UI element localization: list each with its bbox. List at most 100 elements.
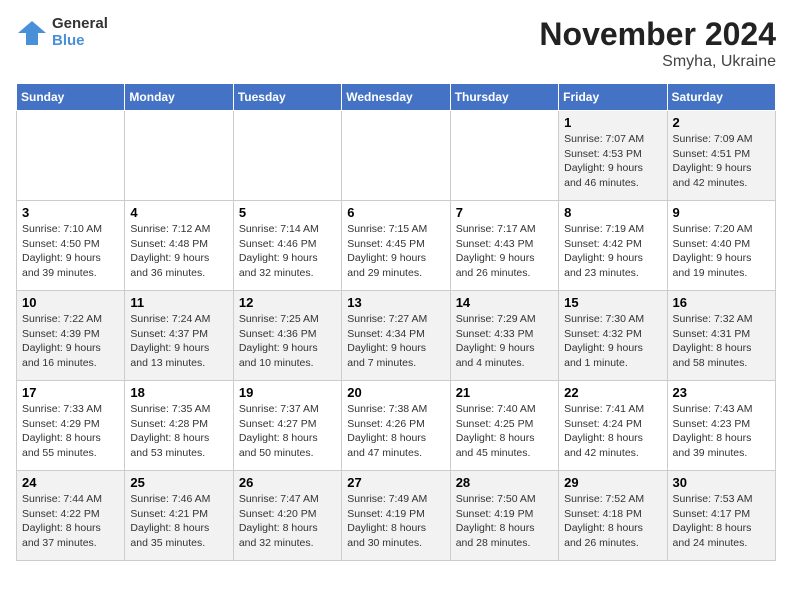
day-info: Sunrise: 7:07 AM Sunset: 4:53 PM Dayligh… — [564, 132, 661, 191]
day-number: 8 — [564, 205, 661, 220]
day-cell-1-5: 8 Sunrise: 7:19 AM Sunset: 4:42 PM Daylig… — [559, 201, 667, 291]
day-number: 6 — [347, 205, 444, 220]
day-number: 28 — [456, 475, 553, 490]
week-row-4: 17 Sunrise: 7:33 AM Sunset: 4:29 PM Dayli… — [17, 381, 776, 471]
day-cell-1-1: 4 Sunrise: 7:12 AM Sunset: 4:48 PM Daylig… — [125, 201, 233, 291]
day-info: Sunrise: 7:46 AM Sunset: 4:21 PM Dayligh… — [130, 492, 227, 551]
day-cell-1-3: 6 Sunrise: 7:15 AM Sunset: 4:45 PM Daylig… — [342, 201, 450, 291]
day-number: 11 — [130, 295, 227, 310]
day-cell-0-2 — [233, 111, 341, 201]
day-info: Sunrise: 7:53 AM Sunset: 4:17 PM Dayligh… — [673, 492, 770, 551]
day-number: 10 — [22, 295, 119, 310]
day-number: 30 — [673, 475, 770, 490]
day-cell-0-3 — [342, 111, 450, 201]
day-cell-4-0: 24 Sunrise: 7:44 AM Sunset: 4:22 PM Dayli… — [17, 471, 125, 561]
col-thursday: Thursday — [450, 84, 558, 111]
day-cell-3-3: 20 Sunrise: 7:38 AM Sunset: 4:26 PM Dayli… — [342, 381, 450, 471]
logo-blue: Blue — [52, 33, 108, 50]
day-info: Sunrise: 7:19 AM Sunset: 4:42 PM Dayligh… — [564, 222, 661, 281]
day-number: 18 — [130, 385, 227, 400]
col-tuesday: Tuesday — [233, 84, 341, 111]
day-cell-4-5: 29 Sunrise: 7:52 AM Sunset: 4:18 PM Dayli… — [559, 471, 667, 561]
day-info: Sunrise: 7:44 AM Sunset: 4:22 PM Dayligh… — [22, 492, 119, 551]
day-number: 29 — [564, 475, 661, 490]
day-number: 19 — [239, 385, 336, 400]
day-cell-1-0: 3Sunrise: 7:10 AM Sunset: 4:50 PM Daylig… — [17, 201, 125, 291]
day-cell-0-4 — [450, 111, 558, 201]
col-sunday: Sunday — [17, 84, 125, 111]
day-info: Sunrise: 7:32 AM Sunset: 4:31 PM Dayligh… — [673, 312, 770, 371]
day-number: 21 — [456, 385, 553, 400]
day-info: Sunrise: 7:50 AM Sunset: 4:19 PM Dayligh… — [456, 492, 553, 551]
day-number: 12 — [239, 295, 336, 310]
day-number: 1 — [564, 115, 661, 130]
day-info: Sunrise: 7:40 AM Sunset: 4:25 PM Dayligh… — [456, 402, 553, 461]
day-number: 4 — [130, 205, 227, 220]
day-cell-0-5: 1 Sunrise: 7:07 AM Sunset: 4:53 PM Daylig… — [559, 111, 667, 201]
day-number: 14 — [456, 295, 553, 310]
day-number: 2 — [673, 115, 770, 130]
day-info: Sunrise: 7:27 AM Sunset: 4:34 PM Dayligh… — [347, 312, 444, 371]
day-info: Sunrise: 7:43 AM Sunset: 4:23 PM Dayligh… — [673, 402, 770, 461]
subtitle: Smyha, Ukraine — [539, 53, 776, 71]
day-cell-2-4: 14 Sunrise: 7:29 AM Sunset: 4:33 PM Dayli… — [450, 291, 558, 381]
day-number: 22 — [564, 385, 661, 400]
page-header: General Blue November 2024 Smyha, Ukrain… — [16, 16, 776, 71]
day-cell-4-6: 30 Sunrise: 7:53 AM Sunset: 4:17 PM Dayli… — [667, 471, 775, 561]
day-number: 9 — [673, 205, 770, 220]
day-info: Sunrise: 7:10 AM Sunset: 4:50 PM Dayligh… — [22, 222, 119, 281]
day-cell-4-1: 25Sunrise: 7:46 AM Sunset: 4:21 PM Dayli… — [125, 471, 233, 561]
day-info: Sunrise: 7:22 AM Sunset: 4:39 PM Dayligh… — [22, 312, 119, 371]
day-cell-2-6: 16 Sunrise: 7:32 AM Sunset: 4:31 PM Dayli… — [667, 291, 775, 381]
day-info: Sunrise: 7:12 AM Sunset: 4:48 PM Dayligh… — [130, 222, 227, 281]
day-info: Sunrise: 7:47 AM Sunset: 4:20 PM Dayligh… — [239, 492, 336, 551]
logo-general: General — [52, 16, 108, 33]
logo-icon — [16, 19, 48, 47]
day-cell-0-6: 2Sunrise: 7:09 AM Sunset: 4:51 PM Daylig… — [667, 111, 775, 201]
day-cell-2-3: 13Sunrise: 7:27 AM Sunset: 4:34 PM Dayli… — [342, 291, 450, 381]
day-info: Sunrise: 7:30 AM Sunset: 4:32 PM Dayligh… — [564, 312, 661, 371]
day-cell-2-1: 11Sunrise: 7:24 AM Sunset: 4:37 PM Dayli… — [125, 291, 233, 381]
day-info: Sunrise: 7:37 AM Sunset: 4:27 PM Dayligh… — [239, 402, 336, 461]
day-info: Sunrise: 7:20 AM Sunset: 4:40 PM Dayligh… — [673, 222, 770, 281]
day-cell-0-1 — [125, 111, 233, 201]
month-title: November 2024 — [539, 16, 776, 53]
week-row-3: 10 Sunrise: 7:22 AM Sunset: 4:39 PM Dayli… — [17, 291, 776, 381]
logo-text: General Blue — [52, 16, 108, 49]
day-cell-2-0: 10 Sunrise: 7:22 AM Sunset: 4:39 PM Dayli… — [17, 291, 125, 381]
calendar-table: Sunday Monday Tuesday Wednesday Thursday… — [16, 83, 776, 561]
day-info: Sunrise: 7:38 AM Sunset: 4:26 PM Dayligh… — [347, 402, 444, 461]
day-number: 20 — [347, 385, 444, 400]
day-cell-3-5: 22 Sunrise: 7:41 AM Sunset: 4:24 PM Dayli… — [559, 381, 667, 471]
day-info: Sunrise: 7:15 AM Sunset: 4:45 PM Dayligh… — [347, 222, 444, 281]
logo: General Blue — [16, 16, 108, 49]
day-number: 17 — [22, 385, 119, 400]
day-number: 26 — [239, 475, 336, 490]
day-number: 15 — [564, 295, 661, 310]
day-cell-2-5: 15 Sunrise: 7:30 AM Sunset: 4:32 PM Dayli… — [559, 291, 667, 381]
day-number: 5 — [239, 205, 336, 220]
title-block: November 2024 Smyha, Ukraine — [539, 16, 776, 71]
week-row-1: 1 Sunrise: 7:07 AM Sunset: 4:53 PM Daylig… — [17, 111, 776, 201]
day-cell-3-2: 19 Sunrise: 7:37 AM Sunset: 4:27 PM Dayli… — [233, 381, 341, 471]
day-info: Sunrise: 7:33 AM Sunset: 4:29 PM Dayligh… — [22, 402, 119, 461]
day-number: 23 — [673, 385, 770, 400]
day-cell-4-2: 26 Sunrise: 7:47 AM Sunset: 4:20 PM Dayli… — [233, 471, 341, 561]
day-cell-1-4: 7 Sunrise: 7:17 AM Sunset: 4:43 PM Daylig… — [450, 201, 558, 291]
day-number: 24 — [22, 475, 119, 490]
day-cell-2-2: 12Sunrise: 7:25 AM Sunset: 4:36 PM Dayli… — [233, 291, 341, 381]
day-number: 7 — [456, 205, 553, 220]
week-row-5: 24 Sunrise: 7:44 AM Sunset: 4:22 PM Dayli… — [17, 471, 776, 561]
day-info: Sunrise: 7:29 AM Sunset: 4:33 PM Dayligh… — [456, 312, 553, 371]
day-cell-0-0 — [17, 111, 125, 201]
col-monday: Monday — [125, 84, 233, 111]
col-saturday: Saturday — [667, 84, 775, 111]
day-info: Sunrise: 7:17 AM Sunset: 4:43 PM Dayligh… — [456, 222, 553, 281]
day-cell-3-6: 23 Sunrise: 7:43 AM Sunset: 4:23 PM Dayli… — [667, 381, 775, 471]
day-info: Sunrise: 7:49 AM Sunset: 4:19 PM Dayligh… — [347, 492, 444, 551]
day-number: 16 — [673, 295, 770, 310]
calendar-header: Sunday Monday Tuesday Wednesday Thursday… — [17, 84, 776, 111]
week-row-2: 3Sunrise: 7:10 AM Sunset: 4:50 PM Daylig… — [17, 201, 776, 291]
day-info: Sunrise: 7:52 AM Sunset: 4:18 PM Dayligh… — [564, 492, 661, 551]
day-info: Sunrise: 7:41 AM Sunset: 4:24 PM Dayligh… — [564, 402, 661, 461]
